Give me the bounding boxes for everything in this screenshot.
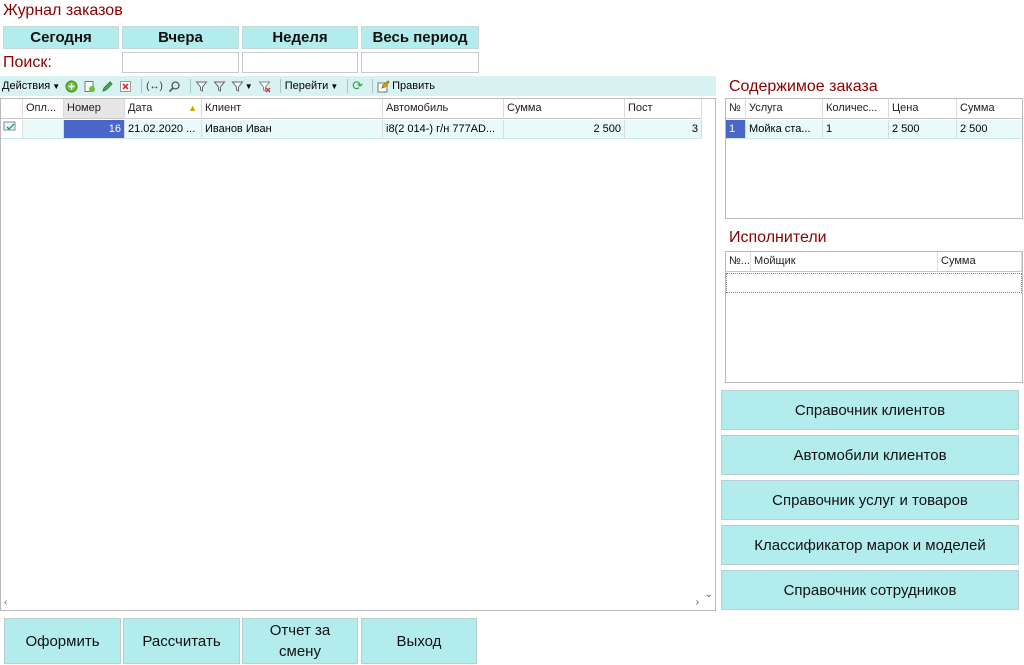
search-input-car[interactable]: [361, 52, 479, 73]
table-row[interactable]: 1 Мойка ста... 1 2 500 2 500: [726, 120, 1022, 139]
issue-button[interactable]: Оформить: [4, 618, 121, 664]
search-input-client[interactable]: [242, 52, 358, 73]
col-header-paid[interactable]: Опл...: [23, 99, 64, 119]
exit-button[interactable]: Выход: [361, 618, 477, 664]
cell-car: i8(2 014-) г/н 777AD...: [383, 120, 504, 138]
services-directory-button[interactable]: Справочник услуг и товаров: [721, 480, 1019, 520]
edit-label: Править: [392, 80, 436, 92]
pencil-icon[interactable]: [101, 80, 114, 93]
orders-toolbar: Действия ▼ (↔) ▼ Перейти ▼ ⟳ Править: [0, 76, 716, 96]
new-row-placeholder[interactable]: [726, 273, 1022, 293]
shift-report-label-line1: Отчет за: [269, 622, 331, 639]
goto-label: Перейти: [284, 80, 329, 92]
dropdown-arrow-icon: ▼: [330, 81, 339, 91]
scroll-left-icon[interactable]: ‹: [4, 597, 7, 608]
cell-client: Иванов Иван: [202, 120, 383, 138]
shift-report-label-line2: смену: [279, 643, 321, 660]
row-indicator-header: [1, 99, 23, 119]
edit-icon: [377, 79, 390, 92]
page-title: Журнал заказов: [3, 2, 123, 19]
row-edit-icon: [1, 120, 23, 138]
link-icon[interactable]: (↔): [146, 81, 163, 92]
period-yesterday-button[interactable]: Вчера: [122, 26, 239, 49]
scroll-down-icon[interactable]: ⌄: [705, 589, 713, 600]
period-today-button[interactable]: Сегодня: [3, 26, 119, 49]
toolbar-separator: [347, 79, 349, 93]
search-input-date[interactable]: [122, 52, 239, 73]
orders-grid-header: Опл... Номер Дата ▲ Клиент Автомобиль Су…: [1, 99, 702, 119]
col-header-price[interactable]: Цена: [889, 99, 957, 119]
order-content-header: № Услуга Количес... Цена Сумма: [726, 99, 1022, 119]
table-row[interactable]: 16 21.02.2020 ... Иванов Иван i8(2 014-)…: [1, 120, 702, 139]
shift-report-button[interactable]: Отчет за смену: [242, 618, 358, 664]
toolbar-separator: [279, 79, 281, 93]
orders-grid: Опл... Номер Дата ▲ Клиент Автомобиль Су…: [0, 98, 716, 611]
col-header-post[interactable]: Пост: [625, 99, 702, 119]
delete-icon[interactable]: [119, 80, 132, 93]
clear-filter-icon[interactable]: [258, 80, 271, 93]
col-header-sum[interactable]: Сумма: [504, 99, 625, 119]
add-icon[interactable]: [65, 80, 78, 93]
col-header-sum[interactable]: Сумма: [938, 252, 1022, 272]
edit-button[interactable]: Править: [377, 79, 436, 93]
period-all-button[interactable]: Весь период: [361, 26, 479, 49]
filter-value-icon[interactable]: [213, 80, 226, 93]
filter-icon[interactable]: [195, 80, 208, 93]
goto-menu[interactable]: Перейти ▼: [285, 80, 339, 92]
col-header-number[interactable]: Номер: [64, 99, 125, 119]
calculate-button[interactable]: Рассчитать: [123, 618, 240, 664]
cell-sum: 2 500: [504, 120, 625, 138]
filter-menu-icon[interactable]: ▼: [231, 80, 253, 93]
refresh-icon[interactable]: ⟳: [352, 78, 363, 94]
executors-grid: №... Мойщик Сумма: [725, 251, 1023, 383]
cell-price: 2 500: [889, 120, 957, 138]
actions-label: Действия: [2, 80, 51, 92]
clients-directory-button[interactable]: Справочник клиентов: [721, 390, 1019, 430]
col-header-washer[interactable]: Мойщик: [751, 252, 938, 272]
cell-number: 16: [64, 120, 125, 138]
dropdown-arrow-icon: ▼: [52, 81, 61, 91]
search-label: Поиск:: [3, 54, 52, 71]
search-icon[interactable]: [168, 80, 181, 93]
col-header-client[interactable]: Клиент: [202, 99, 383, 119]
cell-n: 1: [726, 120, 746, 138]
col-header-car[interactable]: Автомобиль: [383, 99, 504, 119]
executors-title: Исполнители: [729, 229, 827, 246]
cell-sum: 2 500: [957, 120, 1022, 138]
cell-service: Мойка ста...: [746, 120, 823, 138]
brands-models-button[interactable]: Классификатор марок и моделей: [721, 525, 1019, 565]
cell-paid: [23, 120, 64, 138]
scroll-right-icon[interactable]: ›: [696, 597, 699, 608]
col-header-n[interactable]: №...: [726, 252, 751, 272]
toolbar-separator: [141, 79, 143, 93]
period-week-button[interactable]: Неделя: [242, 26, 358, 49]
employees-directory-button[interactable]: Справочник сотрудников: [721, 570, 1019, 610]
cell-post: 3: [625, 120, 702, 138]
toolbar-separator: [189, 79, 191, 93]
cell-qty: 1: [823, 120, 889, 138]
col-header-date[interactable]: Дата ▲: [125, 99, 202, 119]
client-cars-button[interactable]: Автомобили клиентов: [721, 435, 1019, 475]
order-content-grid: № Услуга Количес... Цена Сумма 1 Мойка с…: [725, 98, 1023, 219]
col-header-date-label: Дата: [128, 102, 153, 114]
toolbar-separator: [372, 79, 374, 93]
horizontal-scrollbar[interactable]: ‹ › ⌄: [1, 589, 715, 610]
col-header-qty[interactable]: Количес...: [823, 99, 889, 119]
col-header-service[interactable]: Услуга: [746, 99, 823, 119]
copy-icon[interactable]: [83, 80, 96, 93]
col-header-sum[interactable]: Сумма: [957, 99, 1022, 119]
actions-menu[interactable]: Действия ▼: [2, 80, 60, 92]
sort-ascending-icon: ▲: [188, 103, 197, 113]
order-content-title: Содержимое заказа: [729, 78, 878, 95]
cell-date: 21.02.2020 ...: [125, 120, 202, 138]
executors-header: №... Мойщик Сумма: [726, 252, 1022, 272]
col-header-n[interactable]: №: [726, 99, 746, 119]
